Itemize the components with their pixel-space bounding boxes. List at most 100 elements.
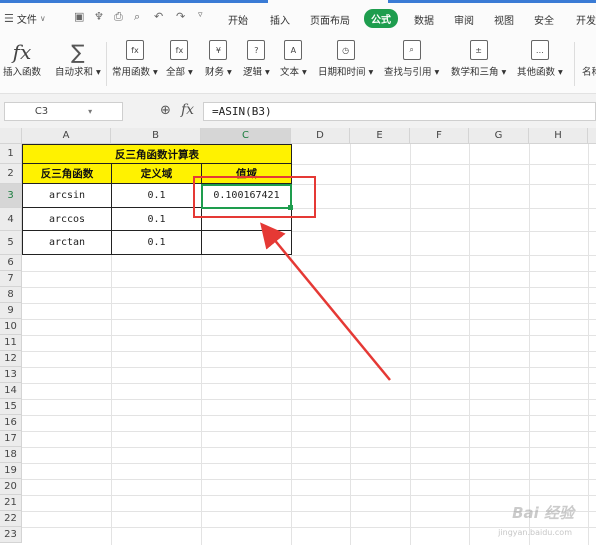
row-header-16[interactable]: 16: [0, 415, 22, 431]
customize-dropdown-icon[interactable]: ▿: [198, 10, 203, 20]
row-header-11[interactable]: 11: [0, 335, 22, 351]
gridline: [291, 255, 596, 256]
row-header-15[interactable]: 15: [0, 399, 22, 415]
row-header-22[interactable]: 22: [0, 511, 22, 527]
column-header-c[interactable]: C: [201, 128, 291, 144]
cell-b5[interactable]: 0.1: [112, 231, 202, 255]
row-header-4[interactable]: 4: [0, 208, 22, 231]
cell-c5[interactable]: [202, 231, 292, 255]
formula-input[interactable]: =ASIN(B3): [203, 102, 596, 121]
row-header-17[interactable]: 17: [0, 431, 22, 447]
row-header-21[interactable]: 21: [0, 495, 22, 511]
row-header-6[interactable]: 6: [0, 255, 22, 271]
gridline: [22, 447, 596, 448]
math-trig-button[interactable]: ± 数学和三角 ▾: [451, 40, 506, 78]
more-icon: …: [530, 40, 549, 60]
tab-formulas[interactable]: 公式: [364, 9, 398, 28]
gridline: [291, 184, 596, 185]
file-menu[interactable]: ☰ 文件 ∨: [4, 11, 46, 26]
spreadsheet-grid[interactable]: A B C D E F G H 1 2 3 4 5 6 7 8 9 10 11 …: [0, 128, 596, 545]
text-a-icon: A: [284, 40, 303, 60]
row-header-3[interactable]: 3: [0, 184, 22, 208]
select-all-corner[interactable]: [0, 128, 22, 144]
autosum-button[interactable]: ∑ 自动求和 ▾: [55, 40, 101, 78]
tab-view[interactable]: 视图: [494, 12, 514, 27]
insert-function-label: 插入函数: [3, 67, 42, 78]
date-time-button[interactable]: ◷ 日期和时间 ▾: [318, 40, 373, 78]
question-icon: ?: [247, 40, 266, 60]
name-manager-button[interactable]: 名称: [582, 64, 596, 78]
row-header-9[interactable]: 9: [0, 303, 22, 319]
row-header-20[interactable]: 20: [0, 479, 22, 495]
logical-button[interactable]: ? 逻辑 ▾: [243, 40, 270, 78]
cell-b4[interactable]: 0.1: [112, 208, 202, 231]
chevron-down-icon[interactable]: ▾: [88, 107, 92, 116]
math-trig-label: 数学和三角 ▾: [451, 67, 507, 78]
row-header-5[interactable]: 5: [0, 231, 22, 255]
gridline: [22, 271, 596, 272]
column-header-g[interactable]: G: [469, 128, 529, 144]
cell-b3[interactable]: 0.1: [112, 184, 202, 208]
row-header-23[interactable]: 23: [0, 527, 22, 543]
row-header-19[interactable]: 19: [0, 463, 22, 479]
fx-box-icon: fx: [170, 40, 189, 60]
row-header-10[interactable]: 10: [0, 319, 22, 335]
row-header-8[interactable]: 8: [0, 287, 22, 303]
column-header-b[interactable]: B: [111, 128, 201, 144]
fx-icon: fx: [12, 40, 32, 64]
print-icon[interactable]: ⎙: [114, 10, 123, 24]
print-preview-icon[interactable]: ⌕: [134, 10, 140, 24]
more-functions-button[interactable]: … 其他函数 ▾: [517, 40, 563, 78]
ribbon-divider: [574, 42, 575, 86]
gridline: [350, 144, 351, 545]
zoom-search-icon[interactable]: ⊕: [160, 103, 171, 118]
tab-home[interactable]: 开始: [228, 12, 248, 27]
cell-a3[interactable]: arcsin: [22, 184, 112, 208]
all-functions-button[interactable]: fx 全部 ▾: [166, 40, 193, 78]
tab-data[interactable]: 数据: [414, 12, 434, 27]
baidu-watermark-url: jingyan.baidu.com: [498, 528, 572, 537]
tab-page-layout[interactable]: 页面布局: [310, 12, 350, 27]
undo-icon[interactable]: ↶: [154, 10, 163, 23]
row-header-13[interactable]: 13: [0, 367, 22, 383]
cell-a4[interactable]: arccos: [22, 208, 112, 231]
lookup-reference-button[interactable]: ⌕ 查找与引用 ▾: [384, 40, 439, 78]
save-icon[interactable]: ▣: [74, 10, 84, 23]
tab-security[interactable]: 安全: [534, 12, 554, 27]
format-painter-icon[interactable]: ♆: [94, 10, 104, 23]
common-functions-button[interactable]: fx 常用函数 ▾: [112, 40, 158, 78]
column-header-f[interactable]: F: [410, 128, 469, 144]
column-header-i[interactable]: [588, 128, 596, 144]
row-header-12[interactable]: 12: [0, 351, 22, 367]
tab-insert[interactable]: 插入: [270, 12, 290, 27]
column-header-e[interactable]: E: [350, 128, 410, 144]
table-title[interactable]: 反三角函数计算表: [22, 144, 292, 164]
header-domain[interactable]: 定义域: [112, 164, 202, 184]
fx-icon[interactable]: fx: [181, 102, 194, 118]
insert-function-button[interactable]: fx 插入函数: [3, 40, 41, 78]
row-header-2[interactable]: 2: [0, 164, 22, 184]
lookup-reference-label: 查找与引用 ▾: [384, 67, 440, 78]
name-box-value: C3: [34, 106, 49, 117]
column-header-a[interactable]: A: [22, 128, 111, 144]
cell-a5[interactable]: arctan: [22, 231, 112, 255]
tab-review[interactable]: 审阅: [454, 12, 474, 27]
common-functions-label: 常用函数 ▾: [112, 67, 158, 78]
row-header-7[interactable]: 7: [0, 271, 22, 287]
name-box[interactable]: C3 ▾: [4, 102, 123, 121]
row-header-18[interactable]: 18: [0, 447, 22, 463]
financial-button[interactable]: ¥ 财务 ▾: [205, 40, 232, 78]
gridline: [22, 303, 596, 304]
gridline: [291, 164, 596, 165]
column-header-d[interactable]: D: [291, 128, 350, 144]
tab-developer[interactable]: 开发: [576, 12, 596, 27]
row-header-1[interactable]: 1: [0, 144, 22, 164]
gridline: [22, 399, 596, 400]
chevron-down-icon: ∨: [39, 14, 46, 23]
text-button[interactable]: A 文本 ▾: [280, 40, 307, 78]
column-header-h[interactable]: H: [529, 128, 588, 144]
row-header-14[interactable]: 14: [0, 383, 22, 399]
redo-icon[interactable]: ↷: [176, 10, 185, 23]
header-function[interactable]: 反三角函数: [22, 164, 112, 184]
spreadsheet-app: ☰ 文件 ∨ ▣ ♆ ⎙ ⌕ ↶ ↷ ▿ 开始 插入 页面布局 公式 数据 审阅…: [0, 0, 596, 545]
